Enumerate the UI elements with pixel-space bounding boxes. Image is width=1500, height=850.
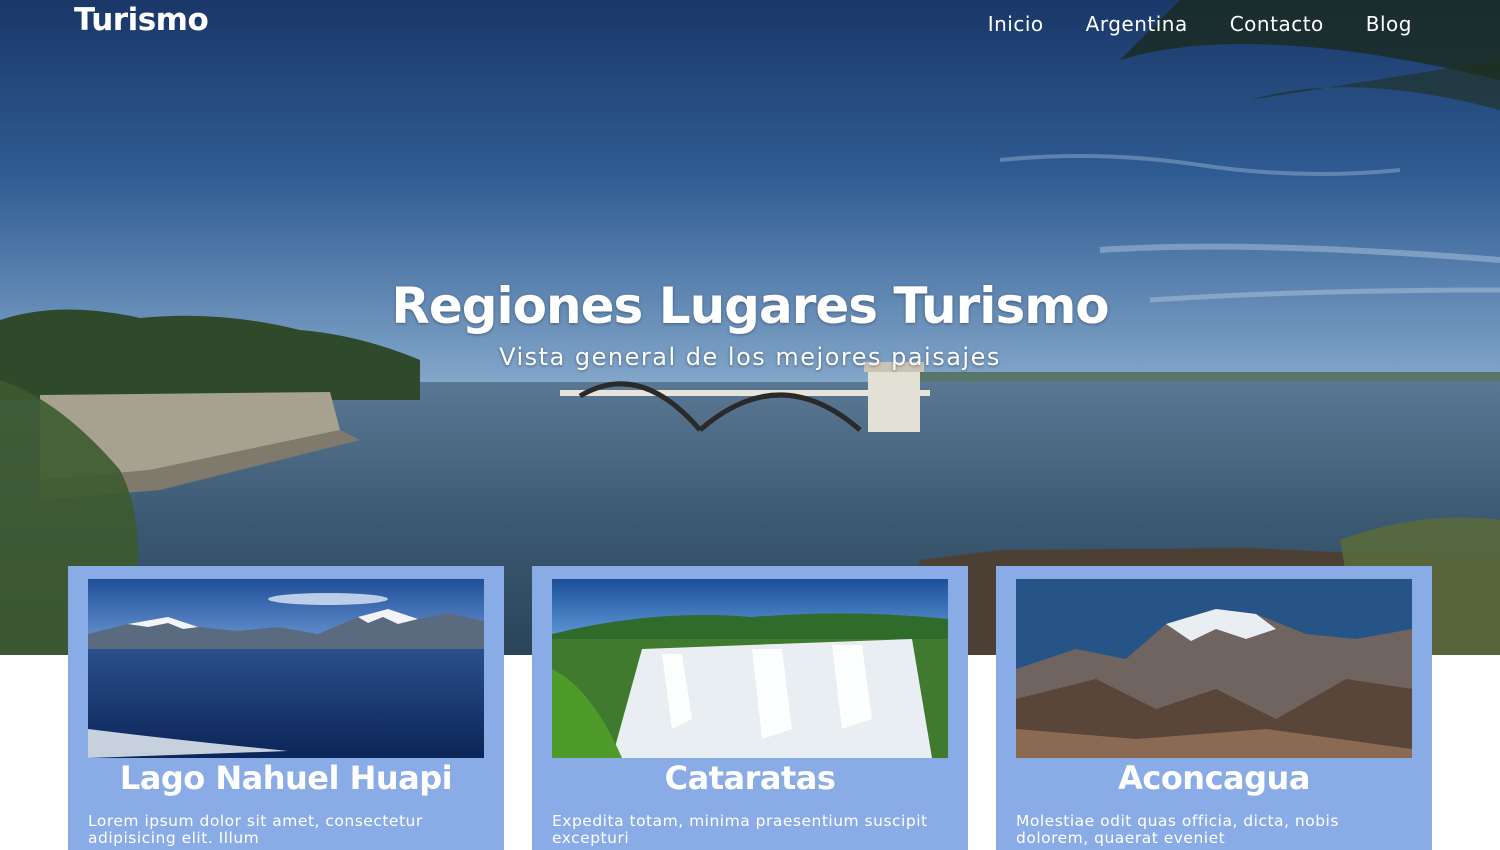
landing-page: Turismo Inicio Argentina Contacto Blog R… <box>0 0 1500 850</box>
hero-banner: Turismo Inicio Argentina Contacto Blog R… <box>0 0 1500 655</box>
card-title: Cataratas <box>664 759 836 797</box>
card-photo-waterfalls <box>552 579 948 758</box>
nav-link-argentina[interactable]: Argentina <box>1086 10 1188 38</box>
nav-link-contacto[interactable]: Contacto <box>1230 10 1324 38</box>
hero-title: Regiones Lugares Turismo <box>391 277 1109 335</box>
card-photo-mountain <box>1016 579 1412 758</box>
main-nav: Inicio Argentina Contacto Blog <box>988 10 1412 38</box>
nav-link-inicio[interactable]: Inicio <box>988 10 1044 38</box>
card-title: Lago Nahuel Huapi <box>119 759 453 797</box>
brand-logo[interactable]: Turismo <box>74 0 209 40</box>
hero-subtitle: Vista general de los mejores paisajes <box>499 343 1001 371</box>
card-text: Molestiae odit quas officia, dicta, nobi… <box>1016 812 1339 847</box>
card-aconcagua[interactable]: Aconcagua Molestiae odit quas officia, d… <box>996 566 1432 850</box>
card-title: Aconcagua <box>1118 759 1310 797</box>
card-text: Lorem ipsum dolor sit amet, consectetur … <box>88 812 423 847</box>
card-lago-nahuel-huapi[interactable]: Lago Nahuel Huapi Lorem ipsum dolor sit … <box>68 566 504 850</box>
card-cataratas[interactable]: Cataratas Expedita totam, minima praesen… <box>532 566 968 850</box>
card-photo-lake <box>88 579 484 758</box>
nav-link-blog[interactable]: Blog <box>1366 10 1412 38</box>
card-text: Expedita totam, minima praesentium susci… <box>552 812 928 847</box>
